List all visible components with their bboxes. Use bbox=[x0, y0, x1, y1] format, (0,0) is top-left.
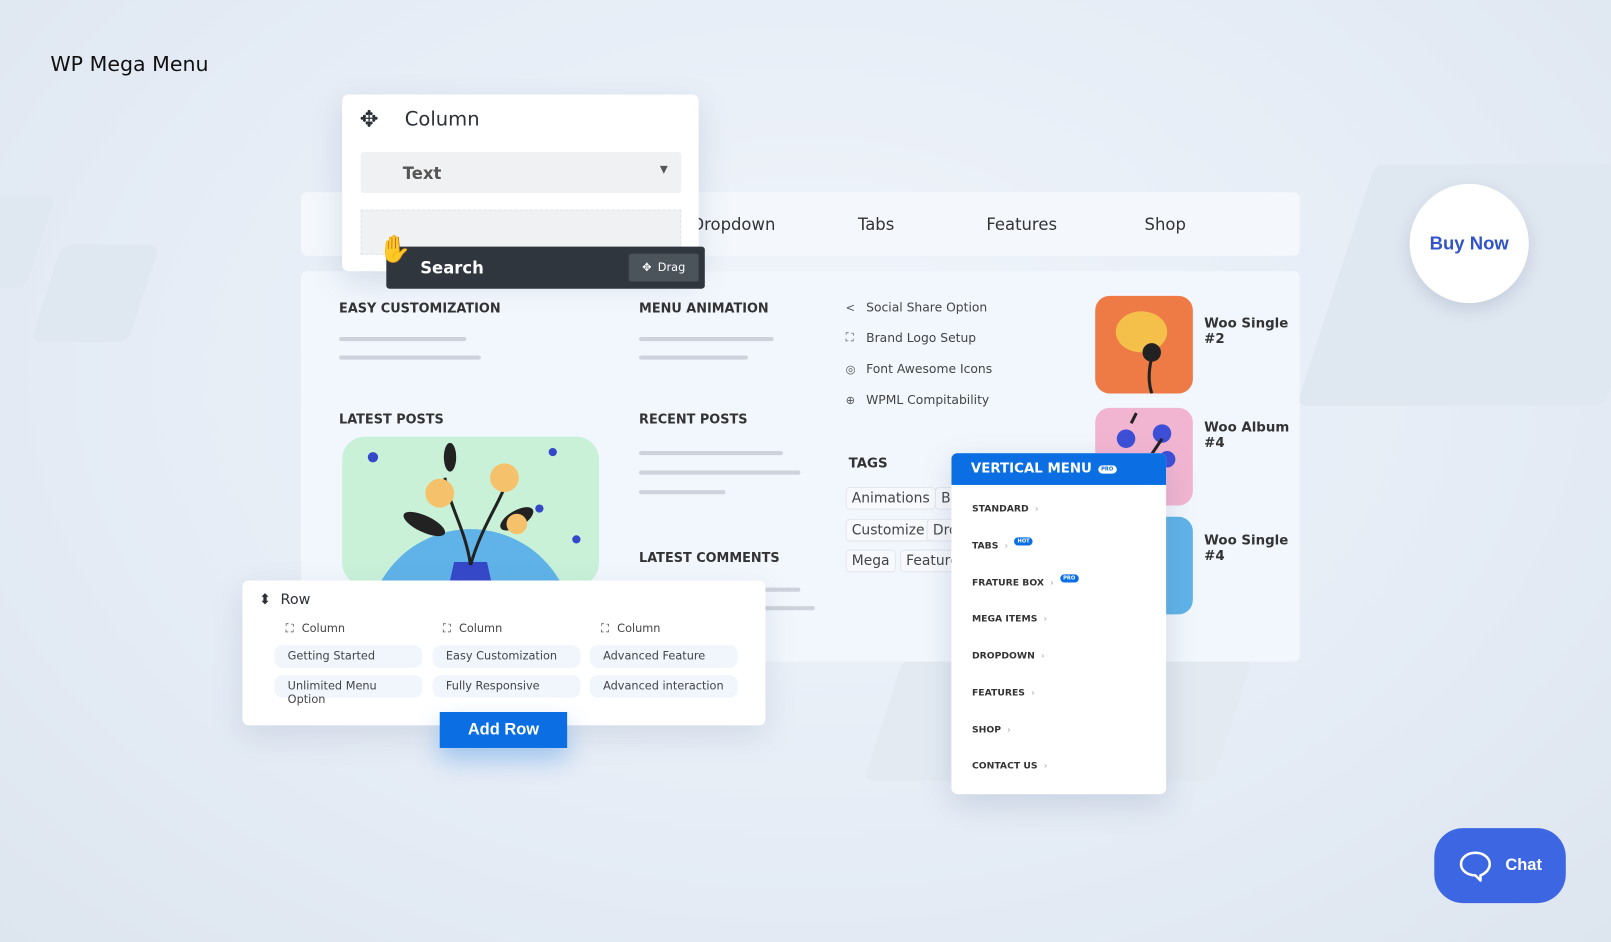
menu-chip[interactable]: Unlimited Menu Option bbox=[274, 675, 423, 706]
section-heading: LATEST COMMENTS bbox=[639, 549, 780, 566]
tag[interactable]: Mega bbox=[845, 549, 896, 573]
chevron-right-icon: › bbox=[1041, 651, 1045, 662]
bg-shape bbox=[0, 195, 57, 288]
expand-icon: ⛶ bbox=[285, 621, 294, 635]
vmenu-item-standard[interactable]: STANDARD › bbox=[972, 504, 1039, 514]
feature-item[interactable]: < Social Share Option bbox=[846, 300, 988, 314]
vmenu-item-mega-items[interactable]: MEGA ITEMS › bbox=[972, 614, 1047, 624]
column-header: ⛶ Column bbox=[285, 621, 346, 635]
expand-icon: ⛶ bbox=[442, 621, 451, 635]
placeholder-line bbox=[763, 606, 815, 611]
placeholder-line bbox=[639, 470, 801, 475]
vmenu-item-tabs[interactable]: TABS › HOT bbox=[972, 537, 1033, 552]
vmenu-item-shop[interactable]: SHOP › bbox=[972, 725, 1011, 735]
brand-title: WP Mega Menu bbox=[50, 51, 209, 77]
chevron-down-icon: ▼ bbox=[659, 164, 668, 176]
menu-chip[interactable]: Getting Started bbox=[274, 645, 423, 668]
chat-label: Chat bbox=[1505, 856, 1542, 874]
pro-badge: PRO bbox=[1098, 464, 1117, 474]
chevron-right-icon: › bbox=[1004, 541, 1009, 552]
placeholder-line bbox=[339, 336, 467, 342]
move-icon: ✥ bbox=[642, 260, 652, 275]
section-heading: RECENT POSTS bbox=[639, 410, 748, 427]
buy-now-button[interactable]: Buy Now bbox=[1409, 183, 1529, 304]
chevron-right-icon: › bbox=[1034, 504, 1039, 515]
latest-post-image[interactable] bbox=[342, 436, 599, 586]
chat-button[interactable]: Chat bbox=[1434, 828, 1566, 904]
bg-shape bbox=[30, 244, 160, 343]
tag[interactable]: Animations bbox=[845, 486, 936, 510]
drag-handle[interactable]: ✥ Drag bbox=[628, 253, 699, 282]
row-title: Row bbox=[280, 591, 311, 609]
dragged-search-element[interactable]: Search ✥ Drag bbox=[386, 246, 705, 289]
row-editor-panel: ⬍ Row ⛶ Column ⛶ Column ⛶ Column Getting St… bbox=[242, 580, 766, 726]
product-thumbnail[interactable] bbox=[1095, 295, 1193, 394]
font-awesome-icon: ◎ bbox=[845, 362, 856, 376]
dragged-item-label: Search bbox=[420, 257, 484, 278]
nav-item-features[interactable]: Features bbox=[986, 215, 1057, 235]
placeholder-line bbox=[639, 451, 783, 456]
vertical-menu: VERTICAL MENU PRO STANDARD › TABS › HOT FRAT… bbox=[951, 453, 1167, 795]
section-heading: MENU ANIMATION bbox=[639, 300, 769, 316]
expand-icon: ⛶ bbox=[601, 621, 609, 635]
vertical-menu-header: VERTICAL MENU PRO bbox=[951, 453, 1167, 485]
flower-illustration bbox=[367, 442, 581, 586]
vmenu-item-contact-us[interactable]: CONTACT US › bbox=[972, 761, 1047, 771]
vmenu-item-feature-box[interactable]: FRATURE BOX › PRO bbox=[972, 574, 1079, 589]
sort-icon[interactable]: ⬍ bbox=[259, 592, 271, 608]
product-title[interactable]: Woo Single #4 bbox=[1204, 533, 1300, 564]
section-heading: EASY CUSTOMIZATION bbox=[339, 300, 501, 316]
chevron-right-icon: › bbox=[1031, 688, 1035, 699]
nav-item-shop[interactable]: Shop bbox=[1145, 215, 1186, 235]
column-header: ⛶ Column bbox=[601, 621, 661, 635]
tag[interactable]: Customize bbox=[845, 518, 931, 542]
section-heading: LATEST POSTS bbox=[339, 410, 444, 427]
column-header: ⛶ Column bbox=[442, 621, 503, 635]
move-icon[interactable]: ✥ bbox=[360, 107, 379, 133]
menu-chip[interactable]: Fully Responsive bbox=[432, 675, 581, 698]
menu-chip[interactable]: Advanced interaction bbox=[589, 675, 738, 698]
section-heading: TAGS bbox=[848, 456, 888, 472]
placeholder-line bbox=[639, 336, 774, 342]
share-icon: < bbox=[845, 300, 856, 314]
feature-item[interactable]: ◎ Font Awesome Icons bbox=[846, 362, 993, 376]
placeholder-line bbox=[763, 587, 801, 592]
feature-item[interactable]: ⛶ Brand Logo Setup bbox=[846, 331, 977, 345]
nav-item-dropdown[interactable]: Dropdown bbox=[691, 215, 775, 235]
vmenu-item-features[interactable]: FEATURES › bbox=[972, 688, 1035, 698]
nav-item-tabs[interactable]: Tabs bbox=[858, 215, 894, 235]
placeholder-line bbox=[639, 355, 748, 360]
element-type-select[interactable]: Text ▼ bbox=[360, 152, 682, 194]
feature-item[interactable]: ⊕ WPML Compitability bbox=[846, 392, 990, 406]
chat-bubble-icon bbox=[1459, 850, 1492, 882]
placeholder-line bbox=[639, 490, 726, 495]
hand-cursor-icon: ✋ bbox=[378, 234, 412, 266]
chevron-right-icon: › bbox=[1007, 725, 1011, 736]
placeholder-line bbox=[339, 355, 481, 360]
product-title[interactable]: Woo Album #4 bbox=[1204, 420, 1300, 451]
chevron-right-icon: › bbox=[1043, 614, 1048, 625]
product-title[interactable]: Woo Single #2 bbox=[1204, 316, 1300, 347]
wpml-icon: ⊕ bbox=[845, 392, 856, 407]
stage: WP Mega Menu Dropdown Tabs Features Shop… bbox=[0, 0, 1611, 942]
menu-chip[interactable]: Advanced Feature bbox=[589, 645, 738, 668]
panel-title: Column bbox=[404, 107, 480, 131]
select-value: Text bbox=[402, 163, 442, 183]
add-row-button[interactable]: Add Row bbox=[439, 712, 568, 748]
vmenu-item-dropdown[interactable]: DROPDOWN › bbox=[972, 651, 1045, 661]
menu-chip[interactable]: Easy Customization bbox=[432, 645, 581, 668]
chevron-right-icon: › bbox=[1050, 578, 1054, 589]
chevron-right-icon: › bbox=[1043, 761, 1048, 772]
hot-badge: HOT bbox=[1014, 537, 1033, 546]
expand-icon: ⛶ bbox=[845, 330, 854, 345]
flower-illustration bbox=[1115, 311, 1168, 394]
pro-badge: PRO bbox=[1060, 574, 1079, 583]
